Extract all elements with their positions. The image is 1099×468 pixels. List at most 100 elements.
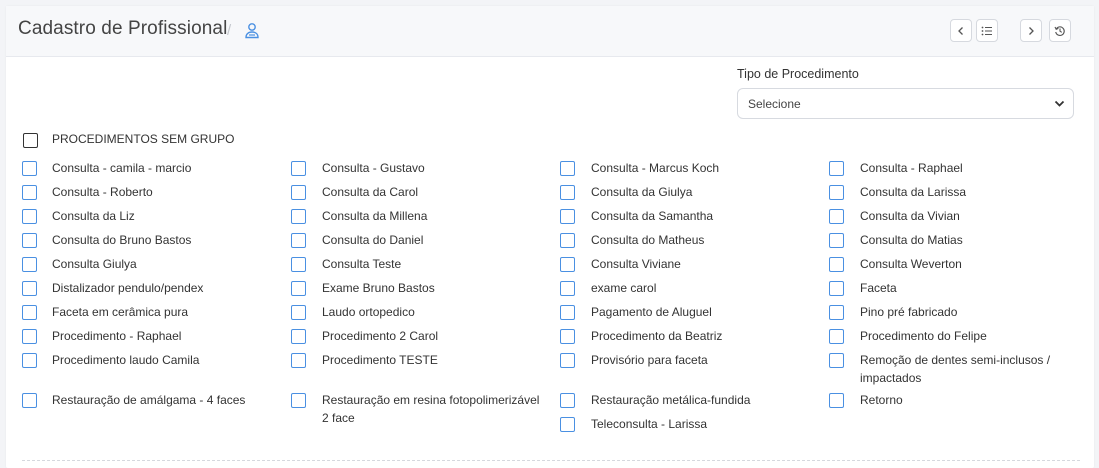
procedure-checkbox[interactable] (291, 329, 306, 344)
procedure-checkbox[interactable] (560, 185, 575, 200)
procedure-label: Consulta do Daniel (322, 233, 424, 247)
procedure-label: Consulta da Larissa (860, 185, 967, 199)
procedure-label: Faceta em cerâmica pura (52, 305, 189, 319)
procedure-checkbox[interactable] (560, 209, 575, 224)
procedure-checkbox[interactable] (22, 305, 37, 320)
procedure-label: Consulta da Millena (322, 209, 428, 223)
procedure-label: Teleconsulta - Larissa (591, 417, 708, 431)
procedure-label: Faceta (860, 281, 897, 295)
procedure-checkbox[interactable] (560, 257, 575, 272)
procedure-label: Distalizador pendulo/pendex (52, 281, 204, 295)
procedure-checkbox[interactable] (22, 281, 37, 296)
procedure-checkbox[interactable] (291, 209, 306, 224)
procedure-label: Consulta - Marcus Koch (591, 161, 720, 175)
chevron-left-icon (958, 26, 963, 35)
procedure-label: Laudo ortopedico (322, 305, 415, 319)
procedure-checkbox[interactable] (829, 161, 844, 176)
procedure-label: Consulta da Liz (52, 209, 135, 223)
procedure-label: Retorno (860, 393, 903, 407)
procedure-checkbox[interactable] (560, 393, 575, 408)
procedure-checkbox[interactable] (22, 257, 37, 272)
procedure-checkbox[interactable] (291, 161, 306, 176)
procedure-checkbox[interactable] (22, 353, 37, 368)
history-button[interactable] (1049, 19, 1071, 42)
divider (22, 460, 1080, 461)
procedure-label: Consulta Viviane (591, 257, 681, 271)
procedure-label: Procedimento 2 Carol (322, 329, 439, 343)
procedure-checkbox[interactable] (291, 185, 306, 200)
procedure-type-label: Tipo de Procedimento (737, 67, 859, 81)
procedure-label: Consulta da Carol (322, 185, 419, 199)
procedure-checkbox[interactable] (829, 353, 844, 368)
procedure-label: Consulta Weverton (860, 257, 962, 271)
history-icon (1054, 25, 1065, 36)
procedure-checkbox[interactable] (560, 161, 575, 176)
procedure-type-select-value: Selecione (748, 97, 801, 111)
procedure-label: Consulta do Bruno Bastos (52, 233, 192, 247)
procedure-type-select[interactable]: Selecione (737, 88, 1074, 119)
procedure-label: Procedimento - Raphael (52, 329, 182, 343)
procedure-label: Consulta - Roberto (52, 185, 153, 199)
procedure-label: Remoção de dentes semi-inclusos / impact… (860, 353, 1051, 385)
procedure-checkbox[interactable] (560, 417, 575, 432)
procedure-label: Exame Bruno Bastos (322, 281, 435, 295)
procedure-label: Consulta - Raphael (860, 161, 963, 175)
procedure-label: Procedimento do Felipe (860, 329, 987, 343)
procedure-checkbox[interactable] (560, 281, 575, 296)
procedure-label: Provisório para faceta (591, 353, 708, 367)
procedure-label: Consulta Giulya (52, 257, 137, 271)
procedure-checkbox[interactable] (829, 281, 844, 296)
breadcrumb-separator: / (227, 22, 232, 39)
procedure-checkbox[interactable] (560, 329, 575, 344)
procedure-checkbox[interactable] (829, 185, 844, 200)
procedure-label: Consulta - Gustavo (322, 161, 425, 175)
next-button[interactable] (1020, 19, 1042, 42)
group-label: PROCEDIMENTOS SEM GRUPO (52, 132, 235, 146)
user-icon[interactable] (244, 22, 260, 40)
procedure-checkbox[interactable] (560, 233, 575, 248)
procedure-checkbox[interactable] (829, 305, 844, 320)
procedure-checkbox[interactable] (291, 393, 306, 408)
procedure-checkbox[interactable] (22, 185, 37, 200)
procedure-checkbox[interactable] (829, 257, 844, 272)
procedure-checkbox[interactable] (560, 353, 575, 368)
procedure-checkbox[interactable] (829, 393, 844, 408)
procedure-checkbox[interactable] (829, 209, 844, 224)
previous-button[interactable] (950, 19, 972, 42)
procedure-checkbox[interactable] (22, 209, 37, 224)
procedure-label: Restauração de amálgama - 4 faces (52, 393, 246, 407)
procedure-label: Procedimento laudo Camila (52, 353, 200, 367)
page-card: Cadastro de Profissional / Tipo de Proce… (6, 6, 1094, 468)
procedure-label: Procedimento da Beatriz (591, 329, 723, 343)
page-header: Cadastro de Profissional / (6, 6, 1094, 57)
chevron-right-icon (1029, 26, 1034, 35)
procedure-label: Pagamento de Aluguel (591, 305, 712, 319)
procedure-label: Consulta da Giulya (591, 185, 693, 199)
procedure-checkbox[interactable] (22, 329, 37, 344)
procedure-checkbox[interactable] (22, 393, 37, 408)
procedure-label: Procedimento TESTE (322, 353, 438, 367)
procedure-checkbox[interactable] (291, 353, 306, 368)
list-button[interactable] (976, 19, 998, 42)
procedure-checkbox[interactable] (560, 305, 575, 320)
procedure-label: Consulta da Vivian (860, 209, 960, 223)
procedure-label: exame carol (591, 281, 657, 295)
procedure-checkbox[interactable] (829, 329, 844, 344)
procedure-label: Pino pré fabricado (860, 305, 958, 319)
procedure-checkbox[interactable] (291, 281, 306, 296)
procedure-label: Restauração metálica-fundida (591, 393, 751, 407)
procedure-label: Consulta do Matheus (591, 233, 705, 247)
procedure-label: Consulta - camila - marcio (52, 161, 192, 175)
procedure-label: Consulta da Samantha (591, 209, 714, 223)
procedure-label: Consulta Teste (322, 257, 402, 271)
group-checkbox[interactable] (23, 133, 38, 148)
procedure-checkbox[interactable] (291, 305, 306, 320)
procedure-label: Restauração em resina fotopolimerizável … (322, 393, 540, 425)
procedure-checkbox[interactable] (291, 257, 306, 272)
procedure-checkbox[interactable] (22, 161, 37, 176)
procedure-label: Consulta do Matias (860, 233, 963, 247)
procedure-checkbox[interactable] (291, 233, 306, 248)
procedure-checkbox[interactable] (829, 233, 844, 248)
page-title: Cadastro de Profissional (18, 18, 228, 39)
procedure-checkbox[interactable] (22, 233, 37, 248)
